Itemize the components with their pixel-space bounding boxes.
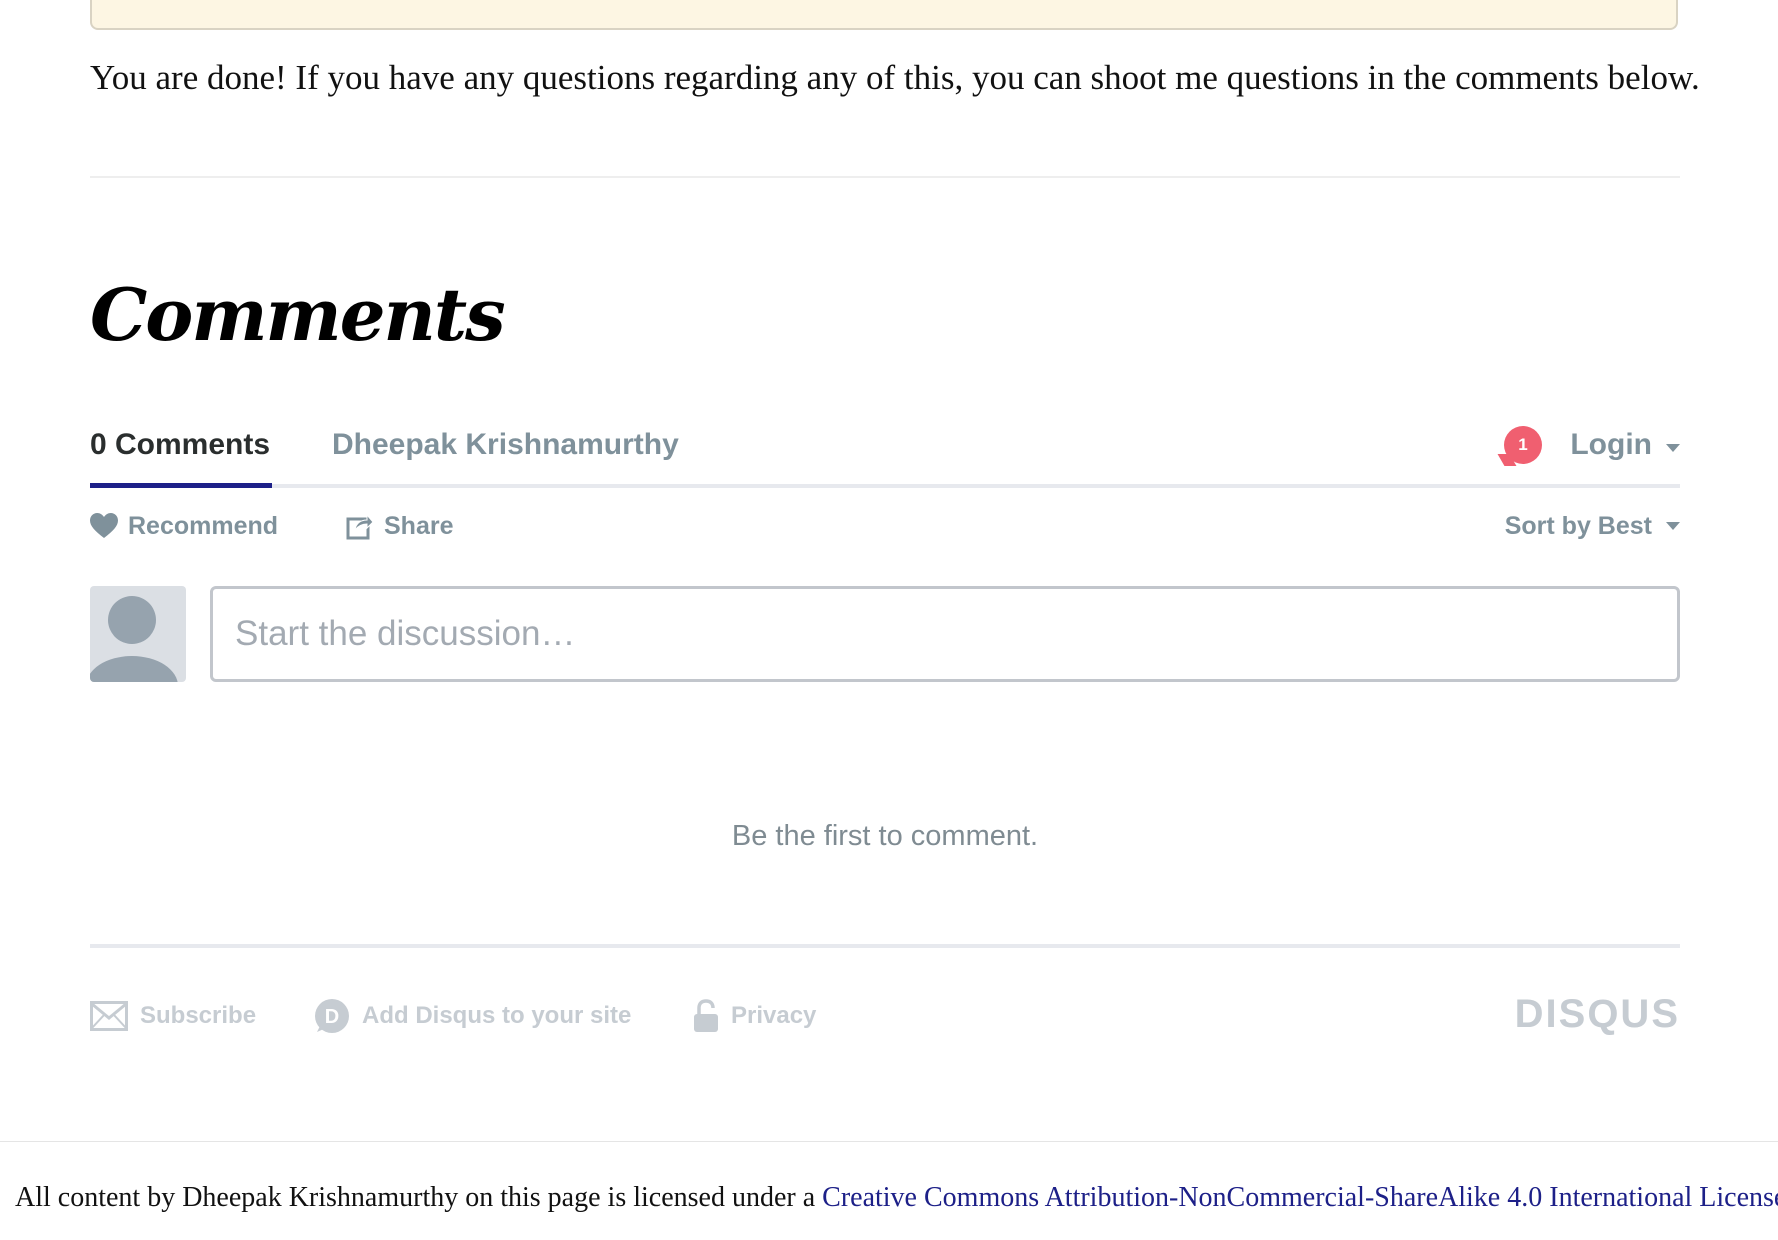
tab-community[interactable]: Dheepak Krishnamurthy xyxy=(332,428,679,462)
heart-icon xyxy=(90,513,118,538)
disqus-footer: Subscribe D Add Disqus to your site Priv… xyxy=(90,992,1680,1036)
comments-heading: Comments xyxy=(90,272,506,357)
section-divider xyxy=(90,176,1680,178)
avatar-placeholder-icon xyxy=(90,596,178,682)
disqus-nav: 0 Comments Dheepak Krishnamurthy 1 Login xyxy=(90,420,1680,488)
license-link[interactable]: Creative Commons Attribution-NonCommerci… xyxy=(822,1182,1778,1213)
note-box xyxy=(90,0,1678,30)
tab-comments-count[interactable]: 0 Comments xyxy=(90,428,270,462)
nav-divider xyxy=(90,484,1680,488)
recommend-label: Recommend xyxy=(128,511,279,540)
svg-text:D: D xyxy=(325,1006,339,1028)
recommend-button[interactable]: Recommend xyxy=(90,508,278,544)
share-button[interactable]: Share xyxy=(346,508,453,544)
license-notice: All content by Dheepak Krishnamurthy on … xyxy=(15,1182,1778,1214)
lock-icon xyxy=(694,999,718,1032)
notification-badge[interactable]: 1 xyxy=(1504,426,1542,464)
disqus-d-icon: D xyxy=(315,999,349,1033)
chevron-down-icon xyxy=(1666,444,1680,452)
add-disqus-link[interactable]: D Add Disqus to your site xyxy=(314,996,631,1036)
subscribe-label: Subscribe xyxy=(140,1002,257,1029)
sort-label: Sort by Best xyxy=(1504,511,1652,540)
avatar xyxy=(90,586,186,682)
active-tab-indicator xyxy=(90,483,272,488)
subscribe-link[interactable]: Subscribe xyxy=(90,996,256,1036)
closing-paragraph: You are done! If you have any questions … xyxy=(90,58,1700,97)
login-label: Login xyxy=(1570,428,1652,461)
disqus-actions: Recommend Share Sort by Best xyxy=(90,508,1680,544)
login-button[interactable]: Login xyxy=(1570,428,1652,462)
envelope-icon xyxy=(90,1001,128,1031)
license-prefix: All content by Dheepak Krishnamurthy on … xyxy=(15,1182,823,1213)
disqus-logo[interactable]: DISQUS xyxy=(1515,992,1680,1037)
share-label: Share xyxy=(384,511,454,540)
chevron-down-icon xyxy=(1666,522,1680,530)
comment-input[interactable]: Start the discussion… xyxy=(210,586,1680,682)
empty-state-message: Be the first to comment. xyxy=(731,820,1039,852)
privacy-link[interactable]: Privacy xyxy=(693,996,816,1036)
sort-dropdown[interactable]: Sort by Best xyxy=(1505,508,1652,544)
page-footer-divider xyxy=(0,1141,1778,1142)
privacy-label: Privacy xyxy=(731,1002,817,1029)
add-disqus-label: Add Disqus to your site xyxy=(362,1002,632,1029)
share-icon xyxy=(346,513,374,540)
footer-divider xyxy=(90,944,1680,948)
